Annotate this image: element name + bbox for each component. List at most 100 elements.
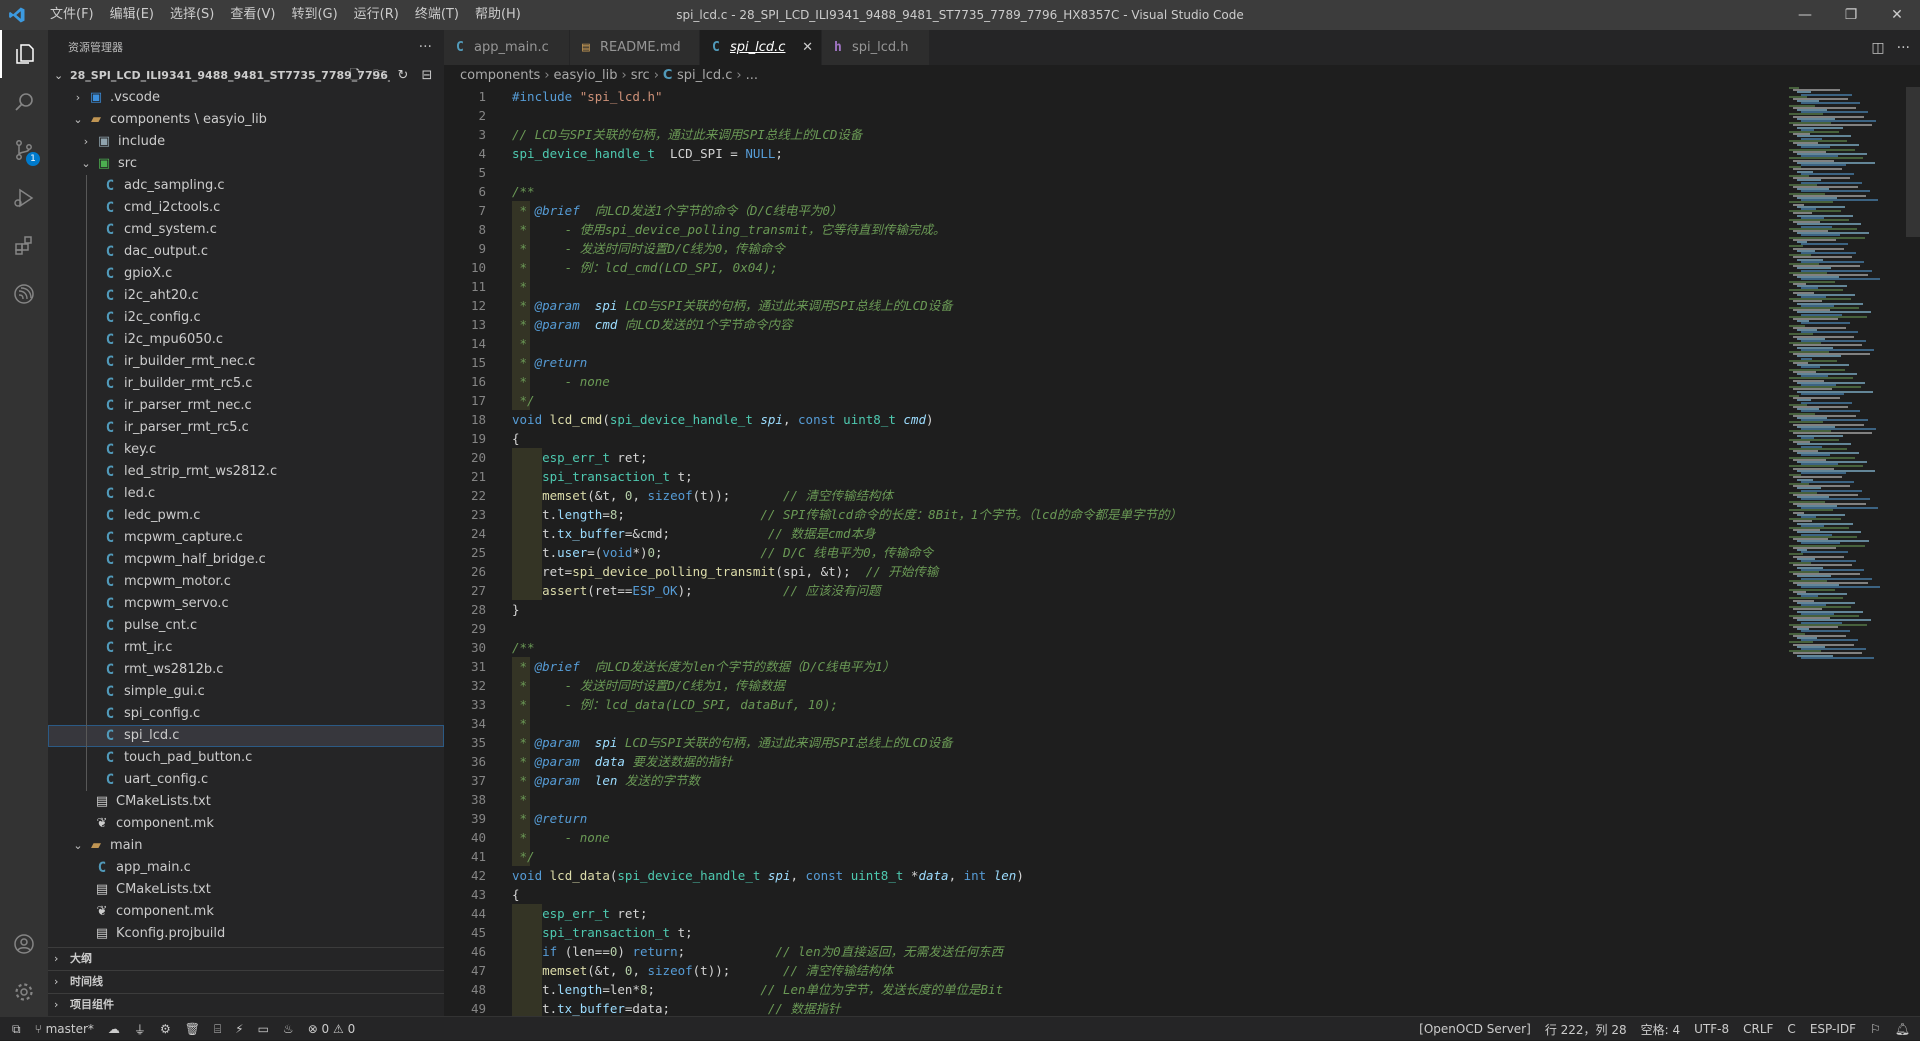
refresh-icon[interactable]: ↻	[394, 65, 412, 87]
tree-item[interactable]: Cdac_output.c	[48, 241, 444, 263]
menu-item[interactable]: 文件(F)	[42, 0, 102, 30]
tree-item[interactable]: Csimple_gui.c	[48, 681, 444, 703]
breadcrumb-item[interactable]: components	[460, 68, 540, 83]
eol-status[interactable]: CRLF	[1743, 1022, 1773, 1036]
tree-item[interactable]: CgpioX.c	[48, 263, 444, 285]
search-activity[interactable]	[0, 78, 48, 126]
split-editor-icon[interactable]: ◫	[1871, 40, 1884, 56]
tree-item[interactable]: Ci2c_config.c	[48, 307, 444, 329]
settings-icon[interactable]: ⚙	[160, 1022, 171, 1036]
tree-item[interactable]: Ctouch_pad_button.c	[48, 747, 444, 769]
tree-item[interactable]: ❦ component.mk	[48, 813, 444, 835]
workspace-root[interactable]: ⌄ 28_SPI_LCD_ILI9341_9488_9481_ST7735_77…	[48, 65, 444, 87]
minimap[interactable]	[1789, 87, 1909, 659]
menu-item[interactable]: 终端(T)	[407, 0, 467, 30]
explorer-activity[interactable]	[0, 30, 48, 78]
tree-item[interactable]: ⌄ ▣ src	[48, 153, 444, 175]
tree-item[interactable]: Crmt_ir.c	[48, 637, 444, 659]
problems-status[interactable]: ⊗ 0 ⚠ 0	[308, 1022, 356, 1036]
tree-item[interactable]: Cpulse_cnt.c	[48, 615, 444, 637]
tree-item[interactable]: Cmcpwm_motor.c	[48, 571, 444, 593]
tab-spi-lcd-h[interactable]: h spi_lcd.h	[822, 30, 930, 65]
tab-app-main-c[interactable]: Capp_main.c	[444, 30, 570, 65]
menu-item[interactable]: 查看(V)	[222, 0, 283, 30]
sidebar-section[interactable]: › 大纲	[48, 947, 444, 970]
tree-item[interactable]: › ▣ include	[48, 131, 444, 153]
tree-item[interactable]: ❦ component.mk	[48, 901, 444, 923]
tree-item[interactable]: Cmcpwm_servo.c	[48, 593, 444, 615]
accounts-activity[interactable]	[0, 920, 48, 968]
tree-item[interactable]: Cled_strip_rmt_ws2812.c	[48, 461, 444, 483]
menu-item[interactable]: 编辑(E)	[102, 0, 162, 30]
breadcrumb-item[interactable]: src	[631, 68, 650, 83]
extensions-activity[interactable]	[0, 222, 48, 270]
more-actions-icon[interactable]: ···	[419, 30, 432, 65]
tree-item[interactable]: Ccmd_i2ctools.c	[48, 197, 444, 219]
vertical-scrollbar[interactable]	[1906, 87, 1920, 1016]
flame-icon[interactable]: ♨	[283, 1022, 294, 1036]
tree-item[interactable]: ⌄ ▰ main	[48, 835, 444, 857]
tree-item[interactable]: Cir_builder_rmt_nec.c	[48, 351, 444, 373]
tree-item[interactable]: Cir_parser_rmt_rc5.c	[48, 417, 444, 439]
notifications-icon[interactable]: 🔔︎	[1895, 1022, 1910, 1036]
tree-item[interactable]: ▤ CMakeLists.txt	[48, 791, 444, 813]
tree-item[interactable]: Ckey.c	[48, 439, 444, 461]
tree-item[interactable]: Cled.c	[48, 483, 444, 505]
language-status[interactable]: C	[1787, 1022, 1795, 1036]
encoding-status[interactable]: UTF-8	[1694, 1022, 1729, 1036]
close-icon[interactable]: ✕	[802, 30, 813, 65]
tree-item[interactable]: Cadc_sampling.c	[48, 175, 444, 197]
tree-item[interactable]: Cledc_pwm.c	[48, 505, 444, 527]
tab-readme-md[interactable]: ▤ README.md	[570, 30, 700, 65]
source-control-activity[interactable]: 1	[0, 126, 48, 174]
tree-item[interactable]: Cir_parser_rmt_nec.c	[48, 395, 444, 417]
tree-item[interactable]: Ci2c_aht20.c	[48, 285, 444, 307]
tab-spi-lcd-c[interactable]: Cspi_lcd.c ✕	[700, 30, 822, 65]
breadcrumb-item[interactable]: spi_lcd.c	[677, 68, 732, 83]
target-status[interactable]: ESP-IDF	[1810, 1022, 1856, 1036]
build-icon[interactable]: ⌸	[214, 1022, 221, 1037]
new-folder-icon[interactable]: 🗀	[370, 65, 388, 87]
trash-icon[interactable]: 🗑	[185, 1022, 200, 1036]
tree-item[interactable]: Crmt_ws2812b.c	[48, 659, 444, 681]
flash-icon[interactable]: ⚡	[235, 1022, 243, 1036]
close-window-button[interactable]: ✕	[1874, 0, 1920, 30]
tree-item[interactable]: Cspi_lcd.c	[48, 725, 444, 747]
openocd-status[interactable]: [OpenOCD Server]	[1419, 1022, 1531, 1036]
sidebar-section[interactable]: › 时间线	[48, 970, 444, 993]
tree-item[interactable]: Ccmd_system.c	[48, 219, 444, 241]
new-file-icon[interactable]: 🗋	[346, 65, 364, 87]
tree-item[interactable]: › ▣ .vscode	[48, 87, 444, 109]
tree-item[interactable]: Capp_main.c	[48, 857, 444, 879]
menu-item[interactable]: 选择(S)	[162, 0, 222, 30]
collapse-all-icon[interactable]: ⊟	[418, 65, 436, 87]
espressif-activity[interactable]	[0, 270, 48, 318]
indent-status[interactable]: 空格: 4	[1641, 1021, 1681, 1038]
tree-item[interactable]: Cmcpwm_capture.c	[48, 527, 444, 549]
tree-item[interactable]: ▤ CMakeLists.txt	[48, 879, 444, 901]
menu-item[interactable]: 转到(G)	[283, 0, 345, 30]
restore-button[interactable]: ❐	[1828, 0, 1874, 30]
tree-item[interactable]: Cspi_config.c	[48, 703, 444, 725]
editor-more-icon[interactable]: ···	[1897, 40, 1910, 56]
menu-item[interactable]: 运行(R)	[346, 0, 407, 30]
plug-icon[interactable]: ⏚	[134, 1021, 146, 1038]
tree-item[interactable]: Cir_builder_rmt_rc5.c	[48, 373, 444, 395]
breadcrumb-item[interactable]: ...	[746, 68, 758, 83]
minimize-button[interactable]: —	[1782, 0, 1828, 30]
menu-item[interactable]: 帮助(H)	[467, 0, 529, 30]
remote-icon[interactable]: ⧉	[12, 1022, 21, 1037]
code-editor[interactable]: 1 #include "spi_lcd.h" 2 3// LCD与SPI关联的句柄，通…	[444, 87, 1784, 1016]
tree-item[interactable]: Ci2c_mpu6050.c	[48, 329, 444, 351]
branch-status[interactable]: ⑂ master*	[35, 1022, 94, 1036]
tree-item[interactable]: ▤ Kconfig.projbuild	[48, 923, 444, 945]
scrollbar-thumb[interactable]	[1906, 87, 1920, 237]
run-debug-activity[interactable]	[0, 174, 48, 222]
tree-item[interactable]: Cuart_config.c	[48, 769, 444, 791]
breadcrumb-item[interactable]: easyio_lib	[554, 68, 618, 83]
monitor-icon[interactable]: ▭	[258, 1022, 269, 1036]
tree-item[interactable]: ⌄ ▰ components \ easyio_lib	[48, 109, 444, 131]
manage-activity[interactable]	[0, 968, 48, 1016]
tree-item[interactable]: Cmcpwm_half_bridge.c	[48, 549, 444, 571]
sync-icon[interactable]: ☁	[108, 1022, 120, 1036]
